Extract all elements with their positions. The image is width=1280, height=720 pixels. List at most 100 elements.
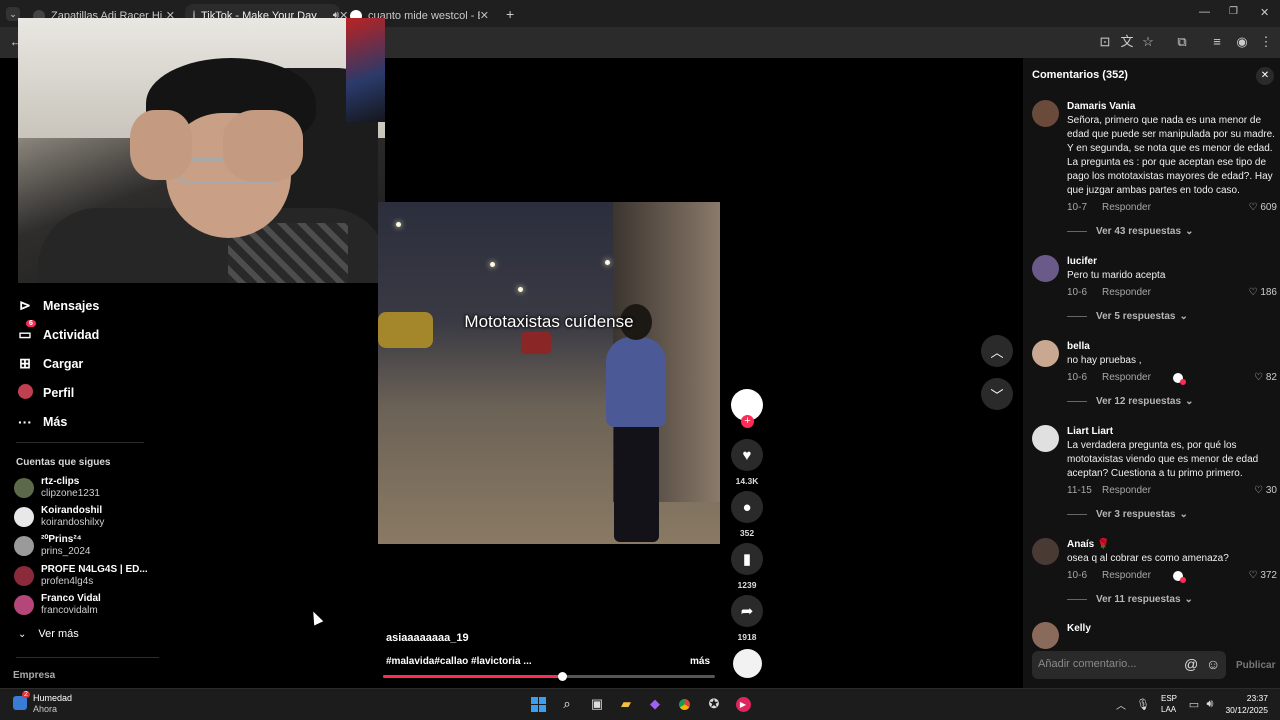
next-video-button[interactable]: ﹀	[981, 378, 1013, 410]
file-explorer-icon[interactable]: ▰	[616, 694, 636, 714]
tab-close-icon[interactable]: ✕	[480, 9, 489, 22]
video-scene-light	[396, 222, 401, 227]
comment-date: 10-6	[1067, 570, 1088, 581]
nav-more[interactable]: ··· Más	[16, 414, 67, 430]
view-replies-button[interactable]: Ver 12 respuestas ⌄	[1067, 396, 1193, 407]
volume-icon[interactable]: 🔊︎	[1200, 694, 1220, 714]
nav-upload[interactable]: ⊞ Cargar	[16, 355, 83, 372]
mention-icon[interactable]: @	[1184, 656, 1198, 672]
view-replies-button[interactable]: Ver 3 respuestas ⌄	[1067, 509, 1188, 520]
creator-liked-icon	[1173, 373, 1186, 385]
restore-icon[interactable]: ❐	[1229, 6, 1238, 17]
reply-button[interactable]: Responder	[1102, 372, 1151, 383]
follow-plus-icon[interactable]: +	[741, 415, 754, 428]
nav-profile[interactable]: Perfil	[16, 384, 74, 402]
footer-link-company[interactable]: Empresa	[13, 670, 55, 681]
avatar[interactable]	[1032, 100, 1059, 127]
reply-button[interactable]: Responder	[1102, 570, 1151, 581]
avatar[interactable]	[1032, 425, 1059, 452]
comment-like-button[interactable]: ♡ 186	[1249, 287, 1277, 298]
weather-title: Humedad	[33, 693, 73, 703]
replies-label: Ver 43 respuestas	[1096, 226, 1182, 237]
video-author[interactable]: asiaaaaaaaa_19	[386, 632, 469, 644]
menu-icon[interactable]: ⋮	[1258, 34, 1274, 50]
copilot-icon[interactable]: ◆	[645, 694, 665, 714]
video-more-link[interactable]: más	[690, 656, 710, 667]
nav-messages[interactable]: ⊳ Mensajes	[16, 297, 99, 314]
reply-button[interactable]: Responder	[1102, 485, 1151, 496]
task-view-icon[interactable]: ▣	[587, 694, 607, 714]
emoji-icon[interactable]: ☺	[1206, 656, 1220, 672]
taskbar-date[interactable]: 30/12/2025	[1224, 705, 1268, 715]
extensions-icon[interactable]: ⧉	[1174, 34, 1190, 50]
tray-overflow-icon[interactable]: ︿	[1111, 694, 1131, 714]
chrome-icon[interactable]	[674, 694, 694, 714]
comment-like-button[interactable]: ♡ 82	[1254, 372, 1277, 383]
nav-activity[interactable]: ▭ 6 Actividad	[16, 320, 99, 343]
bookmark-star-icon[interactable]: ☆	[1140, 34, 1156, 50]
avatar[interactable]	[1032, 255, 1059, 282]
view-replies-button[interactable]: Ver 43 respuestas ⌄	[1067, 226, 1193, 237]
microphone-icon[interactable]: 🎙︎	[1133, 694, 1153, 714]
following-account[interactable]: Franco Vidal francovidalm	[14, 593, 101, 617]
following-account[interactable]: PROFE N4LG4S | ED... profen4lg4s	[14, 564, 148, 588]
keyboard-layout-indicator[interactable]: LAA	[1161, 705, 1176, 714]
comment-user[interactable]: Liart Liart	[1067, 425, 1277, 438]
following-account[interactable]: rtz-clips clipzone1231	[14, 476, 100, 500]
taskbar-clock[interactable]: 23:37	[1230, 693, 1268, 703]
game-app-icon[interactable]: ✪	[704, 694, 724, 714]
comment-user[interactable]: lucifer	[1067, 255, 1277, 268]
share-button[interactable]: ➦ 1918	[731, 595, 763, 642]
avatar	[14, 478, 34, 498]
close-icon[interactable]: ✕	[1256, 67, 1274, 85]
replies-label: Ver 12 respuestas	[1096, 396, 1182, 407]
start-icon[interactable]	[528, 694, 548, 714]
comment-like-button[interactable]: ♡ 609	[1249, 202, 1277, 213]
comment-user[interactable]: Kelly	[1067, 622, 1277, 635]
comment-text: no hay pruebas ,	[1067, 355, 1142, 366]
new-tab-button[interactable]: +	[506, 6, 514, 22]
music-disc-icon[interactable]	[733, 649, 762, 678]
reading-list-icon[interactable]: ≡	[1209, 34, 1225, 50]
video-hashtags[interactable]: #malavida#callao #lavictoria ...	[386, 656, 532, 667]
profile-avatar-icon	[16, 384, 34, 402]
reply-button[interactable]: Responder	[1102, 287, 1151, 298]
chevron-down-icon: ⌄	[1185, 226, 1194, 237]
search-icon[interactable]: ⌕	[557, 694, 577, 714]
see-more-button[interactable]: ⌄ Ver más	[18, 628, 79, 640]
like-count: 609	[1260, 202, 1277, 213]
save-button[interactable]: ▮ 1239	[731, 543, 763, 590]
publish-button[interactable]: Publicar	[1236, 660, 1275, 671]
window-close-icon[interactable]: ✕	[1260, 6, 1269, 19]
webcam-person-hand	[130, 110, 192, 180]
minimize-icon[interactable]: —	[1199, 6, 1210, 18]
video-progress-handle[interactable]	[558, 672, 568, 681]
like-button[interactable]: ♥ 14.3K	[731, 439, 763, 486]
comment-user[interactable]: Damaris Vania	[1067, 100, 1277, 113]
heart-outline-icon: ♡	[1248, 570, 1258, 581]
avatar[interactable]	[1032, 340, 1059, 367]
comment-like-button[interactable]: ♡ 30	[1254, 485, 1277, 496]
media-app-icon[interactable]: ▶	[733, 694, 753, 714]
view-replies-button[interactable]: Ver 11 respuestas ⌄	[1067, 594, 1193, 605]
translate-icon[interactable]: 文	[1119, 34, 1135, 50]
install-icon[interactable]: ⊡	[1097, 34, 1113, 50]
following-account[interactable]: Koirandoshil koirandoshilxy	[14, 505, 104, 529]
previous-video-button[interactable]: ︿	[981, 335, 1013, 367]
avatar	[14, 507, 34, 527]
video-player[interactable]: Mototaxistas cuídense	[378, 202, 720, 544]
avatar[interactable]	[1032, 622, 1059, 649]
comment-like-button[interactable]: ♡ 372	[1249, 570, 1277, 581]
comment-input-box[interactable]: @ ☺	[1032, 651, 1226, 679]
following-account[interactable]: ²⁰Prins²⁴ prins_2024	[14, 534, 90, 558]
comment-input[interactable]	[1038, 658, 1178, 670]
reply-button[interactable]: Responder	[1102, 202, 1151, 213]
avatar[interactable]	[1032, 538, 1059, 565]
language-indicator[interactable]: ESP	[1161, 694, 1177, 703]
weather-icon[interactable]: 2	[10, 691, 30, 713]
view-replies-button[interactable]: Ver 5 respuestas ⌄	[1067, 311, 1188, 322]
profile-icon[interactable]: ◉	[1234, 34, 1250, 50]
comment-button[interactable]: ● 352	[731, 491, 763, 538]
comment-user[interactable]: bella	[1067, 340, 1277, 353]
comment-user[interactable]: Anaís 🌹	[1067, 538, 1277, 551]
